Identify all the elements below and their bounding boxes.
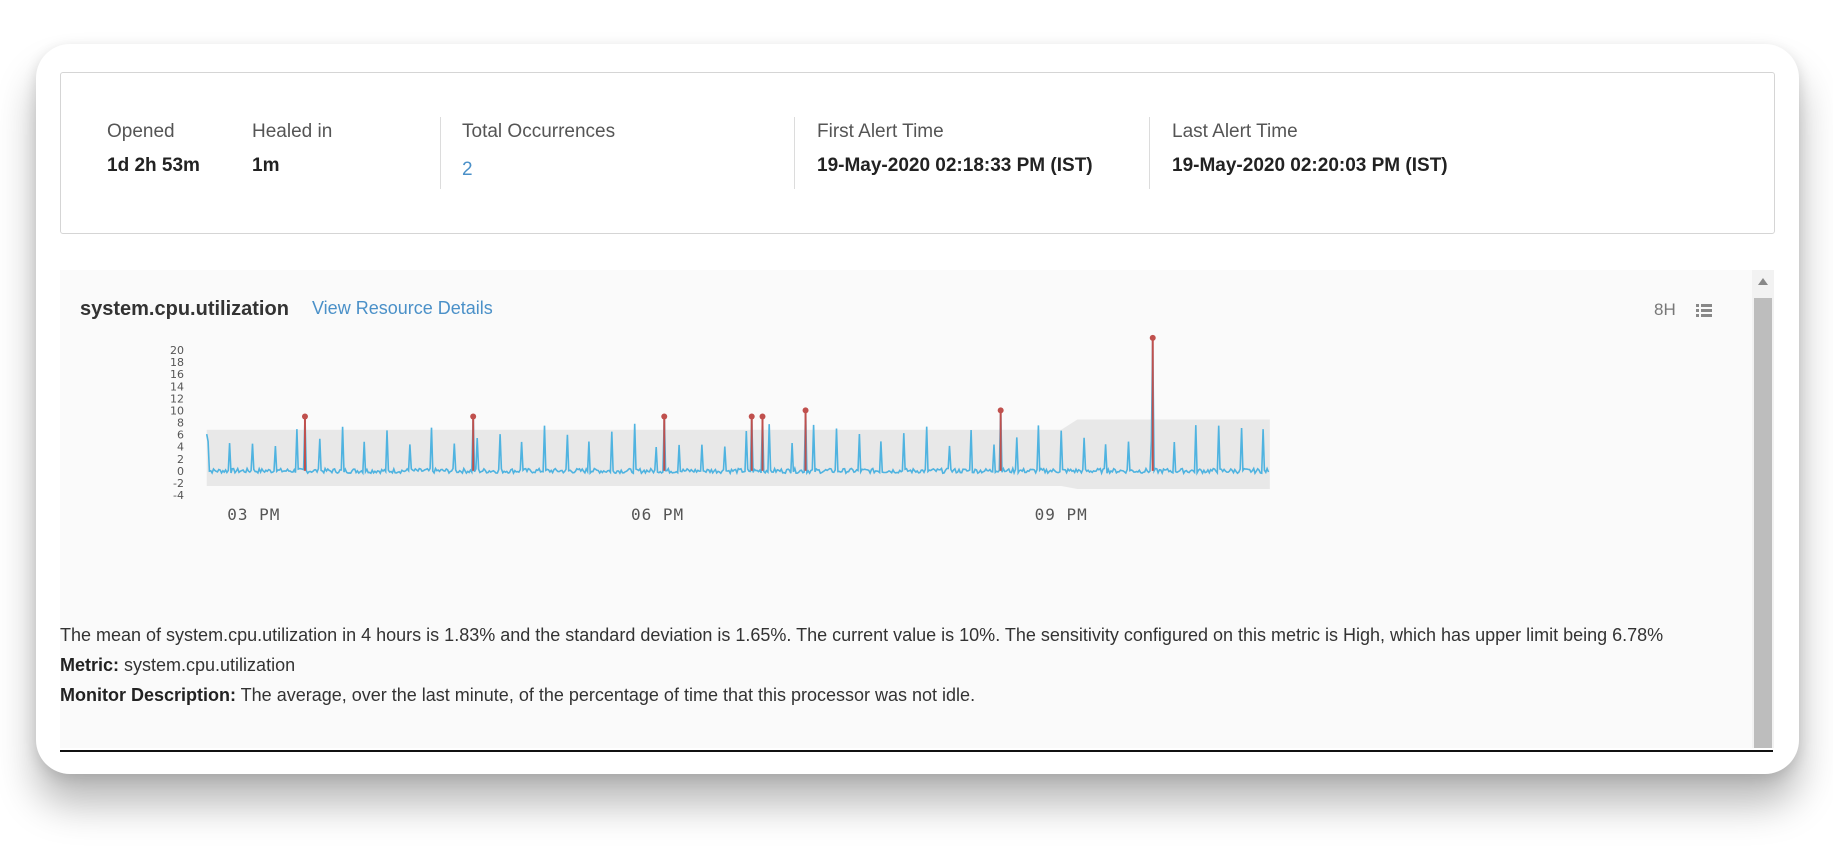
alert-detail-card: Opened 1d 2h 53m Healed in 1m Total Occu… [36, 44, 1799, 774]
opened-value: 1d 2h 53m [107, 155, 200, 176]
monitor-line: Monitor Description: The average, over t… [60, 680, 1720, 710]
y-tick-label: 10 [170, 404, 184, 417]
metric-line: Metric: system.cpu.utilization [60, 650, 1720, 680]
anomaly-point [1149, 334, 1156, 341]
y-tick-label: 2 [177, 453, 184, 466]
monitor-description-label: Monitor Description: [60, 685, 236, 705]
opened-stat: Opened 1d 2h 53m [107, 121, 200, 177]
first-alert-stat: First Alert Time 19-May-2020 02:18:33 PM… [817, 121, 1093, 177]
healed-value: 1m [252, 155, 280, 176]
first-alert-value: 19-May-2020 02:18:33 PM (IST) [817, 155, 1093, 176]
y-tick-label: 8 [177, 417, 184, 430]
y-tick-label: 20 [170, 344, 184, 357]
metric-description: The mean of system.cpu.utilization in 4 … [60, 620, 1720, 710]
alert-summary: Opened 1d 2h 53m Healed in 1m Total Occu… [60, 72, 1775, 234]
first-alert-label: First Alert Time [817, 121, 944, 142]
y-tick-label: 12 [170, 392, 184, 405]
anomaly-point [748, 413, 755, 420]
y-tick-label: -2 [173, 477, 184, 490]
scrollbar-thumb[interactable] [1754, 298, 1772, 748]
y-tick-label: 18 [170, 356, 184, 369]
anomaly-point [759, 413, 766, 420]
anomaly-point [301, 413, 308, 420]
healed-stat: Healed in 1m [252, 121, 332, 177]
scroll-up-arrow-icon[interactable] [1758, 278, 1768, 285]
cpu-utilization-chart: 20181614121086420-2-403 PM 06 PM 09 PM [170, 334, 1270, 524]
healed-label: Healed in [252, 121, 333, 142]
anomaly-point [470, 413, 477, 420]
occurrences-stat: Total Occurrences 2 [462, 121, 615, 181]
anomaly-point [802, 407, 809, 414]
divider [1149, 117, 1150, 189]
y-tick-label: 0 [177, 465, 184, 478]
occurrences-label: Total Occurrences [462, 121, 616, 142]
metric-value: system.cpu.utilization [119, 655, 296, 675]
last-alert-stat: Last Alert Time 19-May-2020 02:20:03 PM … [1172, 121, 1448, 177]
bottom-divider [60, 750, 1773, 752]
divider [794, 117, 795, 189]
metric-panel: system.cpu.utilization View Resource Det… [60, 270, 1753, 748]
x-tick-label: 06 PM [631, 505, 684, 524]
y-tick-label: -4 [173, 489, 184, 502]
occurrences-link[interactable]: 2 [462, 159, 615, 181]
y-tick-label: 14 [170, 380, 184, 393]
anomaly-point [997, 407, 1004, 414]
divider [440, 117, 441, 189]
anomaly-point [661, 413, 668, 420]
y-tick-label: 4 [177, 441, 184, 454]
metric-label: Metric: [60, 655, 120, 675]
monitor-description-value: The average, over the last minute, of th… [236, 685, 976, 705]
last-alert-value: 19-May-2020 02:20:03 PM (IST) [1172, 155, 1448, 176]
y-tick-label: 6 [177, 429, 184, 442]
x-tick-label: 03 PM [227, 505, 280, 524]
vertical-scrollbar[interactable] [1752, 270, 1774, 748]
last-alert-label: Last Alert Time [1172, 121, 1298, 142]
opened-label: Opened [107, 121, 175, 142]
y-tick-label: 16 [170, 368, 184, 381]
anomaly-summary-text: The mean of system.cpu.utilization in 4 … [60, 625, 1664, 645]
x-tick-label: 09 PM [1035, 505, 1088, 524]
expected-range-band [206, 419, 1270, 489]
